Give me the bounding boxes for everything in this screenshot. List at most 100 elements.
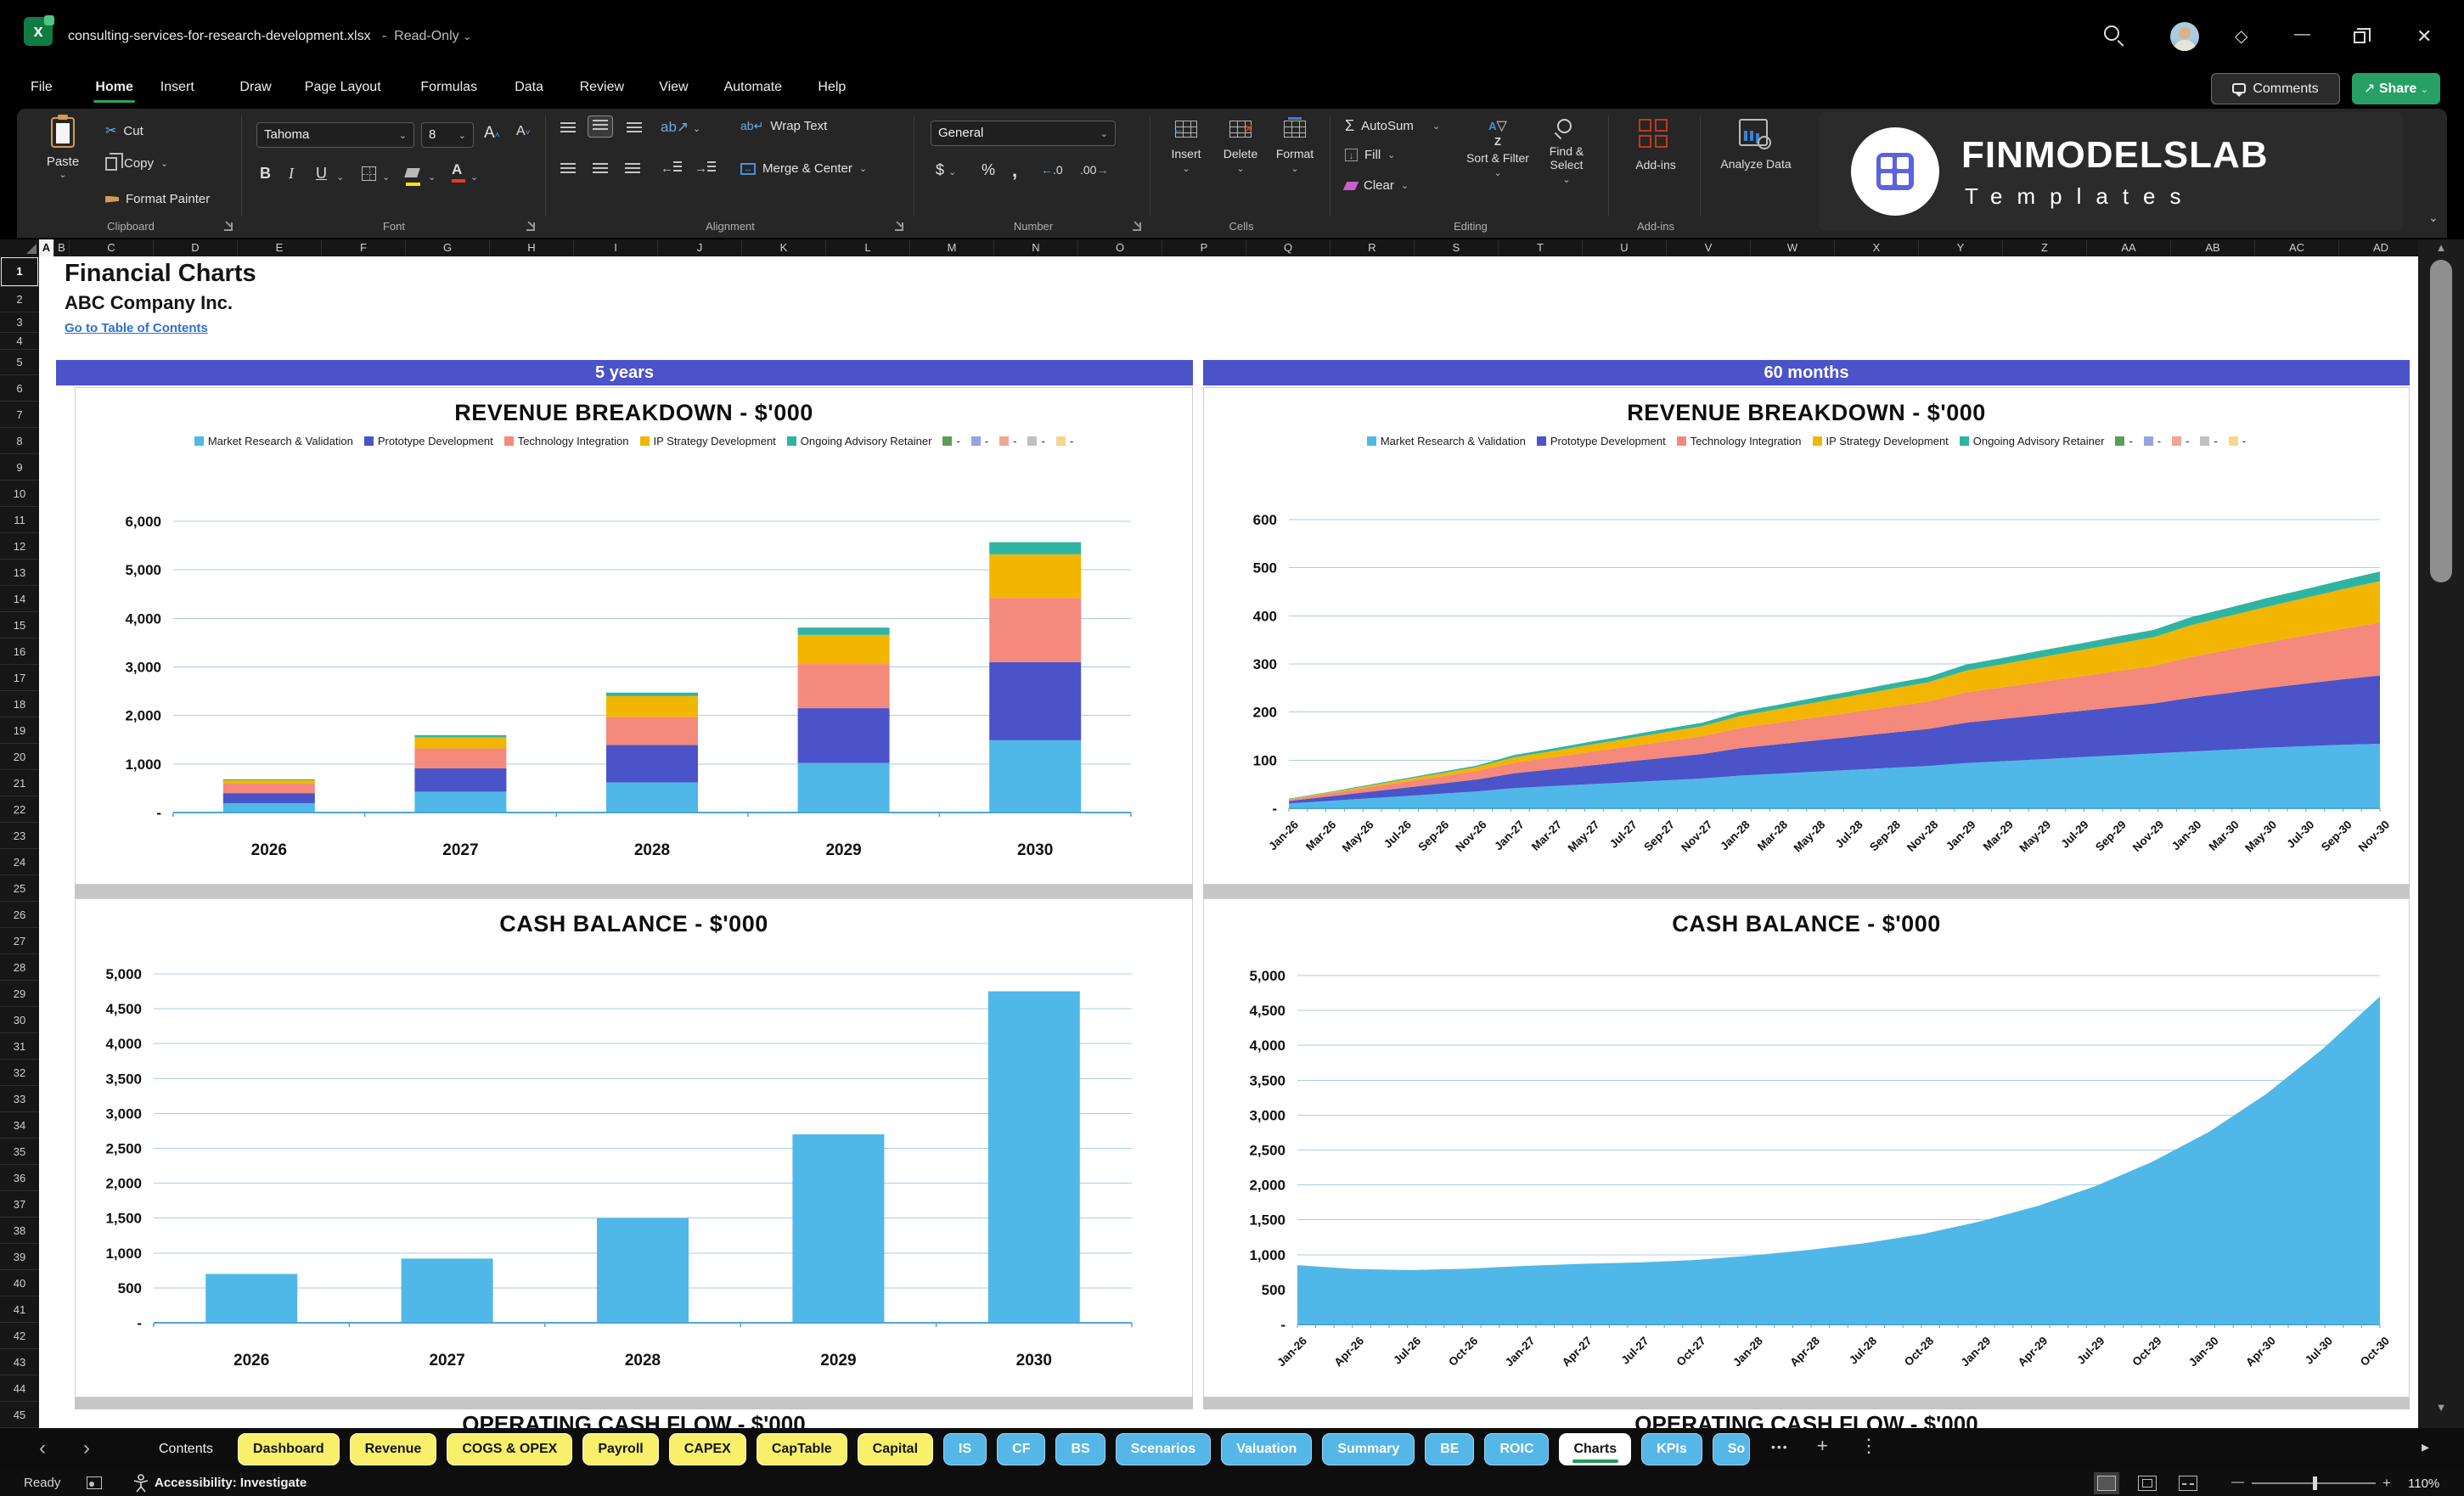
row-header-17[interactable]: 17 <box>0 665 39 691</box>
menu-page-layout[interactable]: Page Layout <box>305 80 381 95</box>
increase-font-icon[interactable]: A˄ <box>484 124 500 143</box>
menu-help[interactable]: Help <box>818 80 846 95</box>
menu-formulas[interactable]: Formulas <box>420 80 477 95</box>
sheet-tab-cogs-opex[interactable]: COGS & OPEX <box>447 1433 573 1465</box>
italic-button[interactable]: I <box>289 165 294 183</box>
zoom-slider-thumb[interactable] <box>2313 1476 2317 1490</box>
row-header-27[interactable]: 27 <box>0 928 39 954</box>
sheet-tab-payroll[interactable]: Payroll <box>582 1433 659 1465</box>
collapse-ribbon-chevron[interactable]: ⌄ <box>2428 211 2439 225</box>
premium-diamond-icon[interactable]: ◇ <box>2235 25 2247 47</box>
column-header-AB[interactable]: AB <box>2171 239 2255 256</box>
menu-home[interactable]: Home <box>93 80 136 103</box>
row-header-24[interactable]: 24 <box>0 849 39 875</box>
accounting-format-button[interactable]: $ ⌄ <box>936 161 956 179</box>
row-header-28[interactable]: 28 <box>0 954 39 981</box>
row-header-20[interactable]: 20 <box>0 744 39 770</box>
row-header-43[interactable]: 43 <box>0 1349 39 1375</box>
sheet-tab-summary[interactable]: Summary <box>1322 1433 1415 1465</box>
fill-color-chevron[interactable]: ⌄ <box>428 172 436 183</box>
borders-chevron[interactable]: ⌄ <box>382 172 390 183</box>
row-header-23[interactable]: 23 <box>0 823 39 849</box>
macro-record-icon[interactable] <box>87 1476 102 1489</box>
orientation-button[interactable]: ab↗ ⌄ <box>661 119 700 136</box>
row-header-8[interactable]: 8 <box>0 428 39 454</box>
column-header-Q[interactable]: Q <box>1246 239 1330 256</box>
row-header-39[interactable]: 39 <box>0 1244 39 1270</box>
format-painter-button[interactable]: Format Painter <box>105 192 210 206</box>
copy-button[interactable]: Copy ⌄ <box>105 152 168 171</box>
menu-data[interactable]: Data <box>515 80 543 95</box>
column-header-G[interactable]: G <box>406 239 490 256</box>
borders-button[interactable] <box>362 166 376 185</box>
column-header-M[interactable]: M <box>910 239 994 256</box>
minimize-button[interactable]: — <box>2294 25 2310 44</box>
new-sheet-icon[interactable]: + <box>1817 1435 1828 1457</box>
page-layout-view-icon[interactable] <box>2138 1476 2157 1491</box>
align-left-button[interactable] <box>560 163 576 178</box>
row-header-35[interactable]: 35 <box>0 1139 39 1165</box>
row-header-37[interactable]: 37 <box>0 1191 39 1218</box>
column-header-V[interactable]: V <box>1667 239 1751 256</box>
row-header-32[interactable]: 32 <box>0 1060 39 1086</box>
chart-cash-balance-5y[interactable]: CASH BALANCE - $'000 - 500 1,000 1,500 2,000… <box>75 898 1193 1398</box>
row-header-30[interactable]: 30 <box>0 1007 39 1033</box>
comments-button[interactable]: Comments <box>2211 73 2340 104</box>
sheet-tab-valuation[interactable]: Valuation <box>1221 1433 1313 1465</box>
sheet-tab-capex[interactable]: CAPEX <box>668 1433 746 1465</box>
fill-button[interactable]: ↓ Fill ⌄ <box>1345 148 1395 162</box>
column-header-T[interactable]: T <box>1499 239 1583 256</box>
column-header-P[interactable]: P <box>1162 239 1246 256</box>
row-header-12[interactable]: 12 <box>0 533 39 560</box>
column-header-B[interactable]: B <box>54 239 70 256</box>
row-header-7[interactable]: 7 <box>0 402 39 428</box>
font-size-select[interactable]: 8 ⌄ <box>421 122 474 148</box>
wrap-text-button[interactable]: ab↵ Wrap Text <box>740 119 827 133</box>
column-header-D[interactable]: D <box>154 239 238 256</box>
normal-view-icon[interactable] <box>2094 1472 2119 1494</box>
align-top-button[interactable] <box>560 122 576 138</box>
sheet-tab-captable[interactable]: CapTable <box>756 1433 847 1465</box>
sheet-tab-roic[interactable]: ROIC <box>1484 1433 1550 1465</box>
sheet-tab-is[interactable]: IS <box>943 1433 987 1465</box>
row-header-16[interactable]: 16 <box>0 638 39 665</box>
sheet-tab-so[interactable]: So <box>1712 1433 1750 1465</box>
align-right-button[interactable] <box>625 163 640 178</box>
sheet-tab-revenue[interactable]: Revenue <box>349 1433 437 1465</box>
zoom-out-icon[interactable]: — <box>2231 1475 2244 1489</box>
menu-insert[interactable]: Insert <box>160 80 194 95</box>
menu-automate[interactable]: Automate <box>724 80 782 95</box>
merge-center-button[interactable]: ↔ Merge & Center ⌄ <box>740 161 867 176</box>
addins-button[interactable] <box>1639 119 1669 149</box>
menu-review[interactable]: Review <box>580 80 624 95</box>
increase-decimal-button[interactable]: ←.0 <box>1041 163 1063 177</box>
sheet-tab-scenarios[interactable]: Scenarios <box>1115 1433 1212 1465</box>
row-header-3[interactable]: 3 <box>0 312 39 333</box>
column-header-S[interactable]: S <box>1415 239 1499 256</box>
column-header-O[interactable]: O <box>1078 239 1162 256</box>
alignment-dialog-launcher[interactable] <box>895 222 903 231</box>
font-color-chevron[interactable]: ⌄ <box>470 172 478 183</box>
font-color-button[interactable]: A <box>452 161 465 183</box>
sheet-tab-contents[interactable]: Contents <box>144 1433 228 1465</box>
row-header-9[interactable]: 9 <box>0 454 39 481</box>
restore-button[interactable] <box>2354 28 2371 48</box>
autosum-button[interactable]: Σ AutoSum ⌄ <box>1345 117 1440 135</box>
bold-button[interactable]: B <box>260 165 271 183</box>
vertical-scrollbar[interactable]: ▲ ▼ <box>2418 239 2464 1428</box>
search-icon[interactable] <box>2104 25 2119 46</box>
menu-view[interactable]: View <box>659 80 688 95</box>
align-bottom-button[interactable] <box>627 122 642 138</box>
sheet-tab-cf[interactable]: CF <box>997 1433 1046 1465</box>
column-header-K[interactable]: K <box>742 239 826 256</box>
row-header-45[interactable]: 45 <box>0 1402 39 1428</box>
column-header-A[interactable]: A <box>39 239 54 256</box>
row-header-26[interactable]: 26 <box>0 902 39 928</box>
column-header-AA[interactable]: AA <box>2087 239 2171 256</box>
row-header-2[interactable]: 2 <box>0 287 39 312</box>
row-header-41[interactable]: 41 <box>0 1296 39 1323</box>
row-header-1[interactable]: 1 <box>0 256 39 287</box>
decrease-indent-button[interactable]: ← <box>661 161 682 176</box>
more-sheets-icon[interactable]: ••• <box>1771 1440 1789 1454</box>
row-header-31[interactable]: 31 <box>0 1033 39 1060</box>
